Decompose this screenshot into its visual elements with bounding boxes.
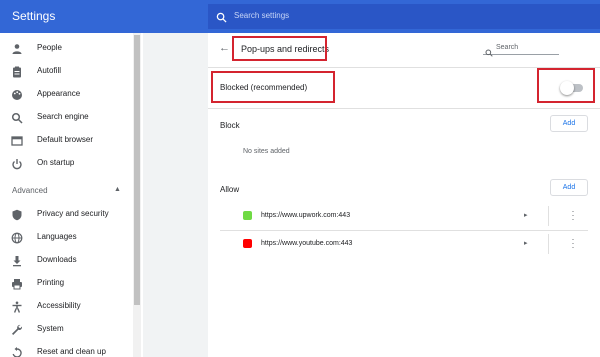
sidebar: People Autofill Appearance Search engine… bbox=[0, 33, 143, 357]
power-icon bbox=[11, 157, 23, 170]
youtube-icon bbox=[243, 239, 252, 248]
sidebar-item-reset-clean-up[interactable]: Reset and clean up bbox=[0, 342, 132, 357]
sidebar-item-languages[interactable]: Languages bbox=[0, 227, 132, 247]
shield-icon bbox=[11, 208, 23, 221]
more-actions-icon[interactable]: · · · bbox=[570, 207, 576, 224]
sidebar-item-accessibility[interactable]: Accessibility bbox=[0, 296, 132, 316]
block-add-button[interactable]: Add bbox=[550, 115, 588, 132]
chevron-right-icon[interactable]: ▸ bbox=[524, 239, 528, 247]
allowed-site-row-upwork[interactable]: https://www.upwork.com:443 ▸ · · · bbox=[208, 202, 600, 230]
search-icon bbox=[485, 44, 493, 62]
allow-add-button[interactable]: Add bbox=[550, 179, 588, 196]
sidebar-item-label: Autofill bbox=[37, 66, 62, 75]
person-icon bbox=[11, 42, 23, 54]
sidebar-item-on-startup[interactable]: On startup bbox=[0, 153, 132, 173]
sidebar-item-downloads[interactable]: Downloads bbox=[0, 250, 132, 270]
blocked-toggle[interactable] bbox=[560, 81, 583, 95]
globe-icon bbox=[11, 231, 23, 244]
sidebar-item-system[interactable]: System bbox=[0, 319, 132, 339]
settings-search-input[interactable]: Search settings bbox=[208, 4, 600, 29]
sidebar-item-label: Privacy and security bbox=[37, 209, 109, 218]
wrench-icon bbox=[11, 323, 23, 335]
sidebar-item-appearance[interactable]: Appearance bbox=[0, 84, 132, 104]
sidebar-item-privacy-security[interactable]: Privacy and security bbox=[0, 204, 132, 224]
block-section-label: Block bbox=[220, 121, 240, 130]
page-search-input[interactable]: Search bbox=[483, 43, 559, 57]
sidebar-item-search-engine[interactable]: Search engine bbox=[0, 107, 132, 127]
sidebar-item-label: Appearance bbox=[37, 89, 81, 98]
upwork-icon bbox=[243, 211, 252, 220]
search-icon bbox=[216, 10, 227, 28]
chevron-right-icon[interactable]: ▸ bbox=[524, 211, 528, 219]
popups-settings-card: ← Pop-ups and redirects Search Blocked (… bbox=[208, 33, 600, 357]
page-search-placeholder: Search bbox=[496, 44, 519, 51]
more-actions-icon[interactable]: · · · bbox=[570, 235, 576, 252]
sidebar-item-default-browser[interactable]: Default browser bbox=[0, 130, 132, 150]
sidebar-item-label: Languages bbox=[37, 232, 77, 241]
download-icon bbox=[11, 254, 23, 267]
sidebar-item-label: Accessibility bbox=[37, 301, 81, 310]
app-title: Settings bbox=[12, 9, 56, 23]
palette-icon bbox=[11, 88, 23, 100]
sidebar-item-printing[interactable]: Printing bbox=[0, 273, 132, 293]
divider bbox=[208, 108, 600, 109]
sidebar-item-label: People bbox=[37, 43, 62, 52]
site-url: https://www.upwork.com:443 bbox=[261, 212, 351, 219]
chevron-up-icon[interactable]: ▲ bbox=[114, 186, 121, 193]
allowed-site-row-youtube[interactable]: https://www.youtube.com:443 ▸ · · · bbox=[208, 230, 600, 258]
no-sites-message: No sites added bbox=[243, 148, 290, 155]
row-separator bbox=[548, 206, 549, 226]
title-highlight-box bbox=[232, 36, 327, 61]
sidebar-item-label: Reset and clean up bbox=[37, 347, 106, 356]
sidebar-item-label: Printing bbox=[37, 278, 65, 287]
sidebar-item-autofill[interactable]: Autofill bbox=[0, 61, 132, 81]
sidebar-item-label: Downloads bbox=[37, 255, 77, 264]
clipboard-icon bbox=[11, 65, 23, 78]
search-placeholder: Search settings bbox=[234, 11, 290, 20]
sidebar-item-label: Search engine bbox=[37, 112, 89, 121]
top-bar: Settings Search settings bbox=[0, 0, 600, 33]
reset-icon bbox=[11, 346, 23, 357]
search-icon bbox=[11, 111, 23, 124]
accessibility-icon bbox=[11, 300, 23, 313]
sidebar-item-people[interactable]: People bbox=[0, 38, 132, 58]
row-separator bbox=[548, 234, 549, 254]
blocked-highlight-box bbox=[211, 71, 335, 103]
sidebar-item-label: On startup bbox=[37, 158, 75, 167]
sidebar-item-label: Default browser bbox=[37, 135, 94, 144]
site-url: https://www.youtube.com:443 bbox=[261, 240, 353, 247]
printer-icon bbox=[11, 277, 23, 290]
sidebar-scrollbar-thumb[interactable] bbox=[134, 35, 140, 305]
back-arrow-icon[interactable]: ← bbox=[219, 42, 230, 54]
browser-icon bbox=[11, 134, 23, 146]
toggle-knob bbox=[560, 81, 574, 95]
sidebar-item-label: System bbox=[37, 324, 64, 333]
allow-section-label: Allow bbox=[220, 185, 240, 194]
advanced-section-toggle[interactable]: Advanced bbox=[12, 186, 48, 195]
